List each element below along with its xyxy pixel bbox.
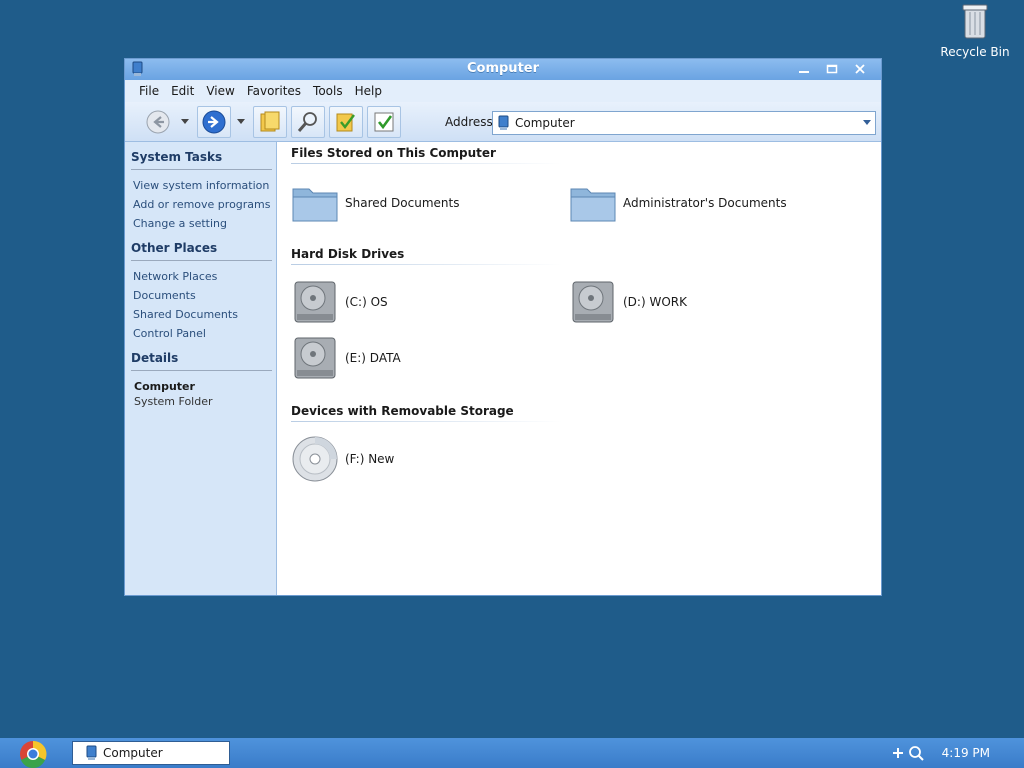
view-system-information-link[interactable]: View system information (131, 176, 276, 195)
close-button[interactable] (847, 60, 873, 77)
folders-icon (260, 111, 280, 131)
recycle-bin-desktop-icon[interactable]: Recycle Bin (940, 2, 1010, 59)
sync-button[interactable] (329, 105, 363, 138)
forward-arrow-icon (202, 110, 226, 133)
folder-icon (292, 188, 338, 222)
folder-icon (570, 188, 616, 222)
menu-tools[interactable]: Tools (307, 84, 349, 98)
address-value: Computer (515, 116, 575, 130)
menu-view[interactable]: View (200, 84, 240, 98)
menu-bar: File Edit View Favorites Tools Help (125, 80, 881, 102)
hard-drive-icon (294, 281, 336, 323)
hard-drive-icon (294, 337, 336, 379)
chevron-down-icon (181, 119, 189, 124)
title-bar[interactable]: Computer (125, 59, 881, 80)
close-icon (855, 63, 865, 74)
item-label: (C:) OS (345, 295, 388, 309)
shared-documents-link[interactable]: Shared Documents (131, 305, 276, 324)
tasks-button[interactable] (367, 105, 401, 138)
documents-link[interactable]: Documents (131, 286, 276, 305)
item-label: Shared Documents (345, 196, 460, 210)
back-arrow-icon (146, 110, 170, 133)
details-heading: Details (131, 351, 272, 371)
system-tasks-heading: System Tasks (131, 150, 272, 170)
start-button-icon[interactable] (18, 739, 48, 768)
add-remove-programs-link[interactable]: Add or remove programs (131, 195, 276, 214)
item-label: (E:) DATA (345, 351, 401, 365)
minimize-button[interactable] (791, 60, 817, 77)
drive-e-item[interactable]: (E:) DATA (291, 334, 401, 382)
forward-history-dropdown[interactable] (235, 106, 247, 138)
computer-icon (498, 115, 509, 130)
change-setting-link[interactable]: Change a setting (131, 214, 276, 233)
menu-edit[interactable]: Edit (165, 84, 200, 98)
maximize-button[interactable] (819, 60, 845, 77)
address-bar[interactable]: Computer (492, 111, 876, 135)
task-pane: System Tasks View system information Add… (125, 142, 277, 595)
recycle-bin-label: Recycle Bin (940, 45, 1010, 59)
drive-c-item[interactable]: (C:) OS (291, 278, 388, 326)
drive-d-item[interactable]: (D:) WORK (569, 278, 687, 326)
back-button[interactable] (141, 106, 175, 138)
folder-check-icon (336, 113, 355, 131)
control-panel-link[interactable]: Control Panel (131, 324, 276, 343)
search-icon[interactable] (908, 745, 924, 761)
network-places-link[interactable]: Network Places (131, 267, 276, 286)
file-list: Files Stored on This Computer Shared Doc… (277, 142, 881, 595)
search-icon (297, 111, 317, 132)
hard-drive-icon (572, 281, 614, 323)
hard-disk-drives-heading: Hard Disk Drives (291, 247, 561, 265)
item-label: (F:) New (345, 452, 395, 466)
item-label: Administrator's Documents (623, 196, 787, 210)
explorer-window: Computer File Edit View Favorites Tools … (124, 58, 882, 596)
administrators-documents-item[interactable]: Administrator's Documents (569, 179, 787, 227)
item-label: (D:) WORK (623, 295, 687, 309)
taskbar-button-label: Computer (103, 746, 163, 760)
minimize-icon (799, 70, 809, 73)
removable-storage-heading: Devices with Removable Storage (291, 404, 561, 422)
toolbar: Address Computer (125, 102, 881, 142)
taskbar: Computer 4:19 PM (0, 738, 1024, 768)
drive-f-item[interactable]: (F:) New (291, 435, 394, 483)
window-title: Computer (466, 61, 540, 76)
forward-button[interactable] (197, 105, 231, 138)
chevron-down-icon (237, 119, 245, 124)
search-button[interactable] (291, 105, 325, 138)
taskbar-computer-button[interactable]: Computer (72, 741, 230, 765)
plus-icon[interactable] (892, 747, 904, 759)
checkmark-icon (374, 112, 394, 131)
details-name: Computer (134, 380, 195, 393)
menu-help[interactable]: Help (349, 84, 388, 98)
other-places-heading: Other Places (131, 241, 272, 261)
clock[interactable]: 4:19 PM (942, 746, 990, 760)
maximize-icon (826, 64, 838, 73)
details-type: System Folder (134, 395, 213, 408)
system-tray: 4:19 PM (892, 738, 1024, 768)
cd-drive-icon (292, 436, 338, 482)
files-stored-heading: Files Stored on This Computer (291, 146, 561, 164)
address-dropdown-icon[interactable] (863, 120, 871, 125)
back-history-dropdown[interactable] (179, 106, 191, 138)
menu-file[interactable]: File (133, 84, 165, 98)
menu-favorites[interactable]: Favorites (241, 84, 307, 98)
folders-button[interactable] (253, 105, 287, 138)
address-label: Address (445, 115, 493, 129)
recycle-bin-icon (962, 4, 988, 39)
shared-documents-item[interactable]: Shared Documents (291, 179, 459, 227)
computer-icon (86, 745, 97, 760)
